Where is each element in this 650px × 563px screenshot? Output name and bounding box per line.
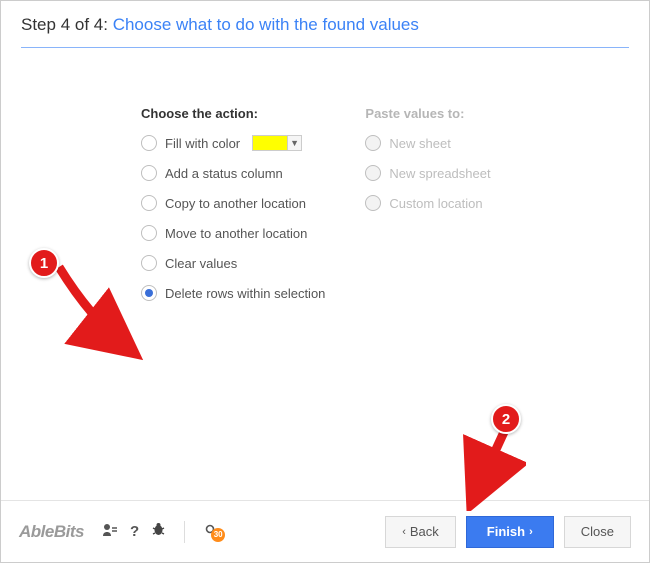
option-label: Add a status column [165,166,283,181]
footer-icons: ? 30 [102,521,223,543]
radio-icon [141,195,157,211]
separator [184,521,185,543]
finish-button[interactable]: Finish › [466,516,554,548]
footer-bar: AbleBits ? 30 ‹ Back Finish › Close [1,500,649,562]
step-title: Choose what to do with the found values [113,15,419,34]
option-move-location[interactable]: Move to another location [141,225,325,241]
radio-icon [141,135,157,151]
option-custom-location: Custom location [365,195,490,211]
help-icon[interactable]: ? [130,523,139,540]
action-heading: Choose the action: [141,106,325,121]
option-label: Fill with color [165,136,240,151]
chevron-down-icon[interactable]: ▼ [288,135,302,151]
option-label: New sheet [389,136,450,151]
paste-heading: Paste values to: [365,106,490,121]
option-copy-location[interactable]: Copy to another location [141,195,325,211]
chevron-right-icon: › [529,526,533,538]
radio-icon [141,225,157,241]
option-new-sheet: New sheet [365,135,490,151]
header-divider [21,47,629,48]
option-label: Move to another location [165,226,307,241]
radio-icon [365,195,381,211]
chevron-left-icon: ‹ [402,526,406,538]
radio-icon [365,165,381,181]
option-status-column[interactable]: Add a status column [141,165,325,181]
button-label: Back [410,524,439,539]
license-key-icon[interactable]: 30 [203,522,223,542]
annotation-callout-2: 2 [491,404,521,434]
button-label: Finish [487,524,525,539]
brand-logo: AbleBits [19,522,84,542]
option-clear-values[interactable]: Clear values [141,255,325,271]
option-label: Clear values [165,256,237,271]
radio-icon [141,255,157,271]
button-label: Close [581,524,614,539]
option-new-spreadsheet: New spreadsheet [365,165,490,181]
option-label: Delete rows within selection [165,286,325,301]
back-button[interactable]: ‹ Back [385,516,456,548]
contact-icon[interactable] [102,523,118,541]
annotation-arrow-2 [456,426,526,511]
option-delete-rows[interactable]: Delete rows within selection [141,285,325,301]
paste-column: Paste values to: New sheet New spreadshe… [365,106,490,315]
wizard-step-header: Step 4 of 4: Choose what to do with the … [21,15,629,47]
option-label: Copy to another location [165,196,306,211]
option-fill-color[interactable]: Fill with color ▼ [141,135,325,151]
bug-icon[interactable] [151,522,166,541]
step-prefix: Step 4 of 4: [21,15,108,34]
option-label: New spreadsheet [389,166,490,181]
radio-icon [141,165,157,181]
color-swatch[interactable] [252,135,288,151]
license-badge: 30 [211,528,225,542]
action-column: Choose the action: Fill with color ▼ Add… [141,106,325,315]
annotation-callout-1: 1 [29,248,59,278]
option-label: Custom location [389,196,482,211]
close-button[interactable]: Close [564,516,631,548]
radio-icon [365,135,381,151]
radio-icon [141,285,157,301]
